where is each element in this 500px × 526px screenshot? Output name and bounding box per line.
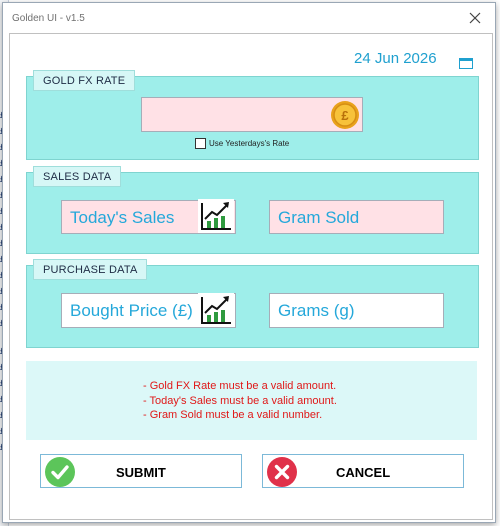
gold-coin-pound-icon: £ [331, 101, 359, 129]
validation-message: - Gram Sold must be a valid number. [143, 409, 323, 421]
trend-chart-icon [198, 293, 234, 327]
x-circle-icon [267, 457, 297, 487]
cancel-label: CANCEL [336, 465, 391, 480]
cancel-button[interactable]: CANCEL [262, 454, 464, 488]
title-bar[interactable]: Golden UI - v1.5 [3, 3, 495, 35]
checkmark-circle-icon [45, 457, 75, 487]
bought-price-placeholder: Bought Price (£) [70, 301, 193, 320]
gold-fx-section: GOLD FX RATE £ Use Yesterdays's Rate [26, 70, 479, 160]
submit-button[interactable]: SUBMIT [40, 454, 242, 488]
sales-title: SALES DATA [33, 166, 122, 187]
validation-message: - Today's Sales must be a valid amount. [143, 395, 337, 407]
close-button[interactable] [467, 10, 483, 26]
gold-fx-rate-input[interactable]: £ [141, 97, 363, 132]
grams-placeholder: Grams (g) [278, 301, 355, 320]
gram-sold-input[interactable]: Gram Sold [269, 200, 444, 234]
submit-label: SUBMIT [116, 465, 166, 480]
grams-input[interactable]: Grams (g) [269, 293, 444, 328]
window-title: Golden UI - v1.5 [12, 13, 85, 24]
calendar-button[interactable] [459, 56, 473, 69]
use-yesterday-checkbox[interactable] [195, 138, 206, 149]
calendar-icon [459, 58, 473, 69]
validation-message-box: - Gold FX Rate must be a valid amount. -… [26, 361, 477, 440]
trend-chart-icon [198, 199, 234, 233]
purchase-section: PURCHASE DATA Bought Price (£) Grams (g) [26, 259, 479, 348]
close-icon [469, 12, 481, 24]
sales-section: SALES DATA Today's Sales Gram Sold [26, 166, 479, 254]
date-display[interactable]: 24 Jun 2026 [354, 50, 437, 67]
use-yesterday-row[interactable]: Use Yesterdays's Rate [195, 138, 289, 149]
validation-message: - Gold FX Rate must be a valid amount. [143, 380, 337, 392]
gram-sold-placeholder: Gram Sold [278, 208, 360, 227]
purchase-title: PURCHASE DATA [33, 259, 148, 280]
gold-fx-title: GOLD FX RATE [33, 70, 136, 91]
todays-sales-placeholder: Today's Sales [70, 208, 175, 227]
svg-text:£: £ [341, 108, 349, 123]
use-yesterday-label: Use Yesterdays's Rate [209, 139, 290, 148]
